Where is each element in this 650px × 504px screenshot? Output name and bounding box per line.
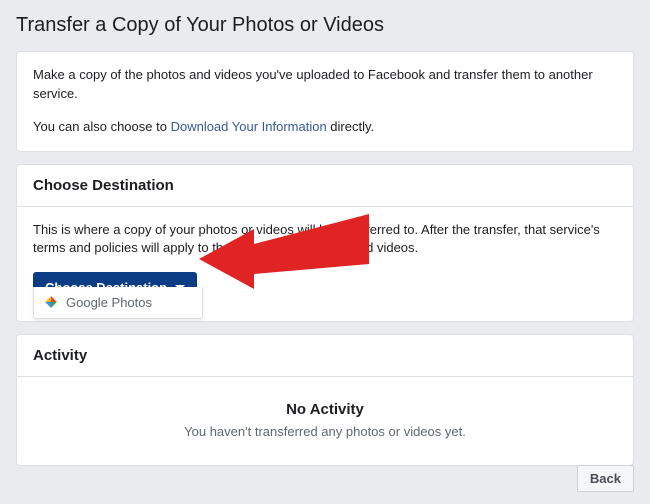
- back-button[interactable]: Back: [577, 465, 634, 492]
- intro-card: Make a copy of the photos and videos you…: [16, 51, 634, 152]
- google-photos-icon: [44, 295, 58, 309]
- no-activity-title: No Activity: [33, 401, 617, 418]
- intro-after: directly.: [327, 119, 374, 134]
- dropdown-item-label: Google Photos: [66, 295, 152, 310]
- choose-destination-header: Choose Destination: [17, 165, 633, 207]
- download-info-link[interactable]: Download Your Information: [171, 119, 327, 134]
- page-title: Transfer a Copy of Your Photos or Videos: [4, 4, 646, 51]
- activity-card: Activity No Activity You haven't transfe…: [16, 334, 634, 466]
- intro-text-2: You can also choose to Download Your Inf…: [33, 118, 617, 137]
- activity-header: Activity: [17, 335, 633, 377]
- intro-text-1: Make a copy of the photos and videos you…: [33, 66, 617, 104]
- intro-before: You can also choose to: [33, 119, 171, 134]
- dropdown-item-google-photos[interactable]: Google Photos: [34, 287, 202, 318]
- destination-dropdown: Google Photos: [33, 287, 203, 319]
- choose-destination-body: This is where a copy of your photos or v…: [33, 221, 617, 259]
- no-activity-subtitle: You haven't transferred any photos or vi…: [33, 424, 617, 439]
- choose-destination-card: Choose Destination This is where a copy …: [16, 164, 634, 323]
